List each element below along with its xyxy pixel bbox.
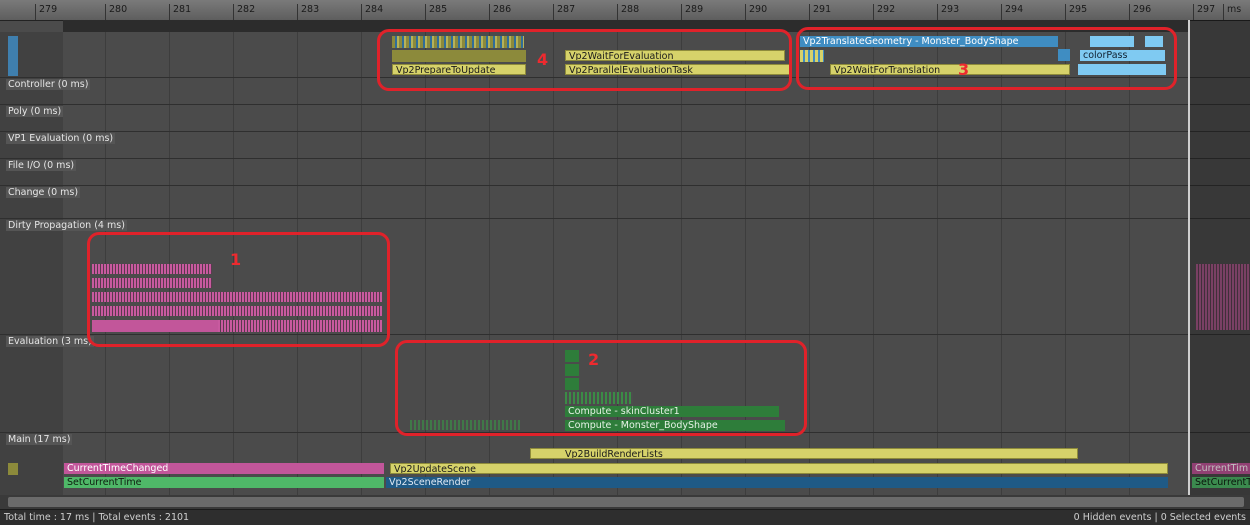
event-vp2-build-render-lists[interactable]: Vp2BuildRenderLists: [530, 448, 1078, 459]
ruler-tick-292: 292: [873, 4, 895, 20]
lane-label-fileio: File I/O (0 ms): [6, 160, 77, 171]
lane-separator: [0, 131, 1250, 132]
ruler-tick-297: 297: [1193, 4, 1215, 20]
ruler-tick-280: 280: [105, 4, 127, 20]
ruler-unit: ms: [1223, 4, 1241, 20]
annotation-number-4: 4: [537, 50, 549, 69]
ruler-tick-295: 295: [1065, 4, 1087, 20]
ruler-tick-296: 296: [1129, 4, 1151, 20]
event-vp2-update-scene[interactable]: Vp2UpdateScene: [390, 463, 1168, 474]
ruler-tick-290: 290: [745, 4, 767, 20]
annotation-callout-2: [395, 340, 807, 436]
timeline-area[interactable]: Controller (0 ms) Poly (0 ms) VP1 Evalua…: [0, 20, 1250, 495]
ruler-tick-281: 281: [169, 4, 191, 20]
lane-label-evaluation: Evaluation (3 ms): [6, 336, 94, 347]
lane-separator: [0, 185, 1250, 186]
annotation-number-3: 3: [958, 60, 970, 79]
grid-line: [809, 32, 810, 495]
status-selection: 0 Hidden events | 0 Selected events: [1073, 512, 1246, 523]
status-bar: Total time : 17 ms | Total events : 2101…: [0, 509, 1250, 525]
lane-separator: [0, 218, 1250, 219]
lane-label-poly: Poly (0 ms): [6, 106, 64, 117]
lane-label-vp1: VP1 Evaluation (0 ms): [6, 133, 116, 144]
annotation-callout-3: [796, 27, 1177, 90]
grid-line: [1001, 32, 1002, 495]
horizontal-scrollbar[interactable]: [0, 495, 1250, 509]
lane-label-dirty: Dirty Propagation (4 ms): [6, 220, 127, 231]
annotation-number-2: 2: [588, 350, 600, 369]
grid-line: [1065, 32, 1066, 495]
ruler-tick-286: 286: [489, 4, 511, 20]
ruler-tick-294: 294: [1001, 4, 1023, 20]
ruler-tick-291: 291: [809, 4, 831, 20]
event-block[interactable]: [8, 36, 18, 76]
lane-label-change: Change (0 ms): [6, 187, 81, 198]
ruler-tick-285: 285: [425, 4, 447, 20]
annotation-callout-4: [377, 29, 792, 91]
annotation-number-1: 1: [230, 250, 242, 269]
ruler-tick-287: 287: [553, 4, 575, 20]
right-frame-marker: [1188, 20, 1250, 495]
grid-line: [937, 32, 938, 495]
grid-line: [873, 32, 874, 495]
ruler-tick-288: 288: [617, 4, 639, 20]
event-current-time-changed[interactable]: CurrentTimeChanged: [64, 463, 384, 474]
event-vp2-scene-render[interactable]: Vp2SceneRender: [386, 477, 1168, 488]
left-gutter: [0, 32, 63, 495]
event-block[interactable]: [8, 463, 18, 475]
ruler-tick-282: 282: [233, 4, 255, 20]
scrollbar-thumb[interactable]: [8, 497, 1244, 507]
lane-label-main: Main (17 ms): [6, 434, 73, 445]
profiler-window: 279 280 281 282 283 284 285 286 287 288 …: [0, 0, 1250, 525]
lane-separator: [0, 158, 1250, 159]
time-ruler[interactable]: 279 280 281 282 283 284 285 286 287 288 …: [0, 0, 1250, 21]
ruler-tick-293: 293: [937, 4, 959, 20]
lane-label-controller: Controller (0 ms): [6, 79, 91, 90]
lane-separator: [0, 104, 1250, 105]
status-total: Total time : 17 ms | Total events : 2101: [4, 512, 190, 523]
grid-line: [1129, 32, 1130, 495]
ruler-tick-284: 284: [361, 4, 383, 20]
ruler-tick-289: 289: [681, 4, 703, 20]
ruler-tick-283: 283: [297, 4, 319, 20]
event-set-current-time[interactable]: SetCurrentTime: [64, 477, 384, 488]
ruler-tick-279: 279: [35, 4, 57, 20]
